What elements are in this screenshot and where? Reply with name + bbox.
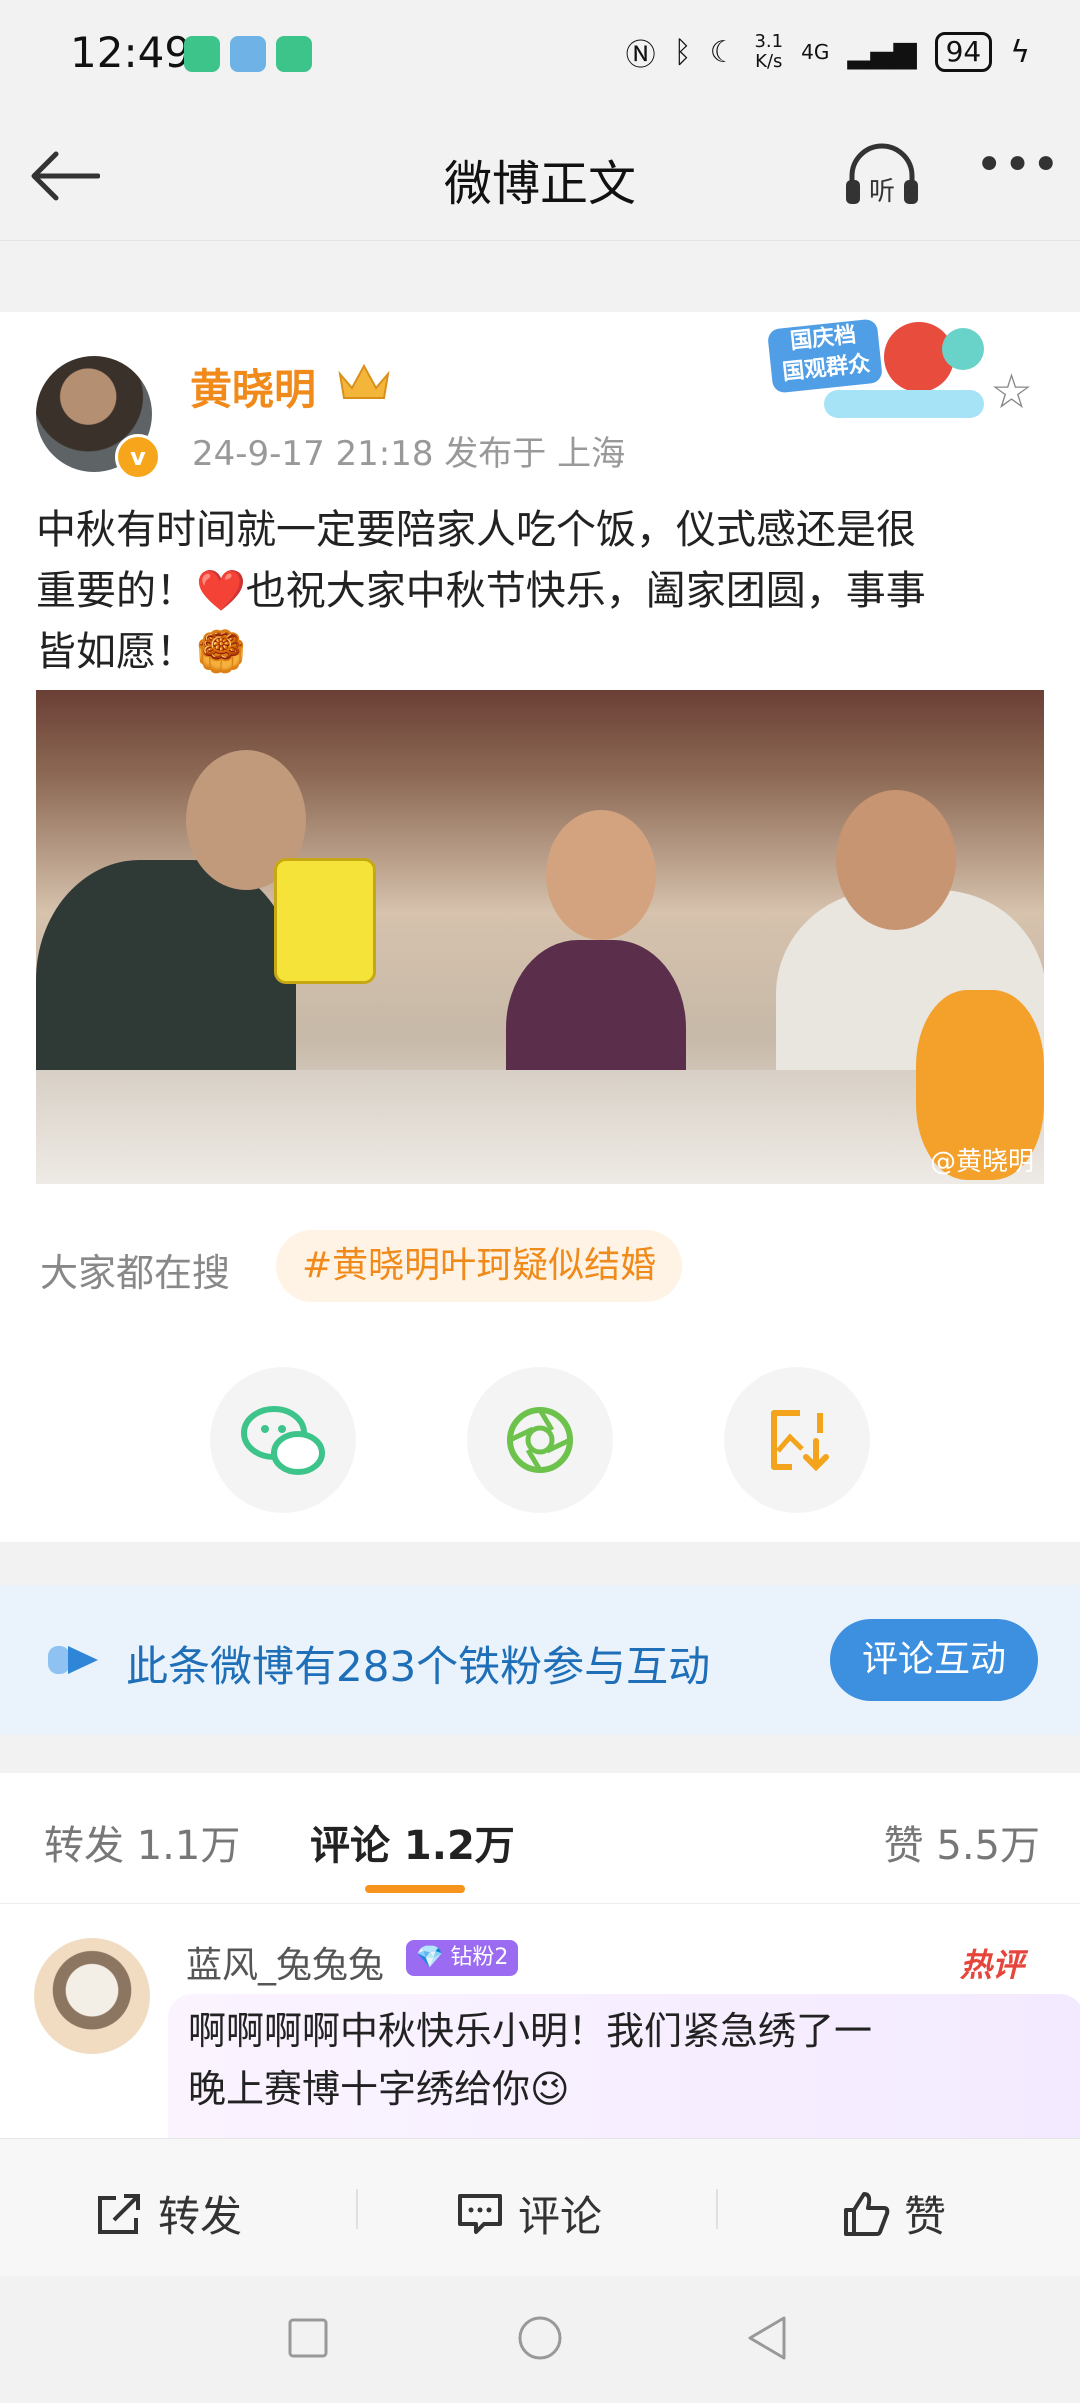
- post-photo[interactable]: @黄晓明: [36, 690, 1044, 1184]
- trending-search-label: 大家都在搜: [40, 1251, 231, 1295]
- hot-comment-label: 热评: [960, 1946, 1025, 1984]
- verified-badge: v: [115, 434, 161, 480]
- divider: [716, 2189, 718, 2229]
- signal-icon: ▂▄▆: [847, 34, 917, 70]
- comment-button[interactable]: 评论: [456, 2183, 602, 2244]
- post-text-line: 中秋有时间就一定要陪家人吃个饭，仪式感还是很: [36, 507, 916, 553]
- top-nav: 微博正文 听 •••: [0, 110, 1080, 241]
- like-button[interactable]: 赞: [842, 2183, 946, 2244]
- person-face: [836, 790, 956, 930]
- post-text: 中秋有时间就一定要陪家人吃个饭，仪式感还是很 重要的！❤️也祝大家中秋节快乐，阖…: [36, 500, 1046, 683]
- tab-repost[interactable]: 转发 1.1万: [44, 1813, 240, 1871]
- tab-like[interactable]: 赞 5.5万: [884, 1813, 1040, 1871]
- like-label: 赞: [904, 2192, 947, 2241]
- app-notification-icon: [184, 36, 220, 72]
- clock: 12:49: [70, 28, 192, 77]
- moon-icon: ☾: [709, 34, 737, 70]
- app-notification-icon: [276, 36, 312, 72]
- post-meta: 24-9-17 21:18 发布于 上海: [192, 434, 626, 474]
- listen-button[interactable]: 听: [842, 140, 922, 212]
- back-nav-icon[interactable]: [744, 2314, 792, 2362]
- post-text-line: 皆如愿！🥮: [36, 629, 246, 675]
- save-image-button[interactable]: [724, 1367, 870, 1513]
- fan-level-badge: 💎 钻粉2: [406, 1940, 519, 1976]
- charging-icon: ϟ: [1010, 34, 1030, 70]
- action-bar: 转发 评论 赞: [0, 2138, 1080, 2277]
- share-wechat-button[interactable]: [210, 1367, 356, 1513]
- headphones-icon: 听: [846, 143, 918, 207]
- fans-interaction-banner: 此条微博有283个铁粉参与互动 评论互动: [0, 1585, 1080, 1735]
- status-bar: 12:49 Ⓝ ᛒ ☾ 3.1 K/s 4G ▂▄▆ 94 ϟ: [0, 0, 1080, 110]
- spongebob-sticker: [274, 858, 376, 984]
- commenter-name[interactable]: 蓝风_兔兔兔: [186, 1936, 384, 1988]
- tab-comment[interactable]: 评论 1.2万: [310, 1813, 515, 1871]
- wechat-icon: [241, 1406, 325, 1475]
- comment-item: 蓝风_兔兔兔 💎 钻粉2 热评 啊啊啊啊中秋快乐小明！我们紧急绣了一 晚上赛博十…: [0, 1904, 1080, 2170]
- promo-badge: 国庆档 国观群众: [766, 318, 884, 394]
- nfc-icon: Ⓝ: [625, 38, 656, 73]
- comment-icon: [458, 2193, 502, 2234]
- save-image-icon: [771, 1410, 829, 1472]
- status-icons: Ⓝ ᛒ ☾ 3.1 K/s 4G ▂▄▆ 94 ϟ: [626, 30, 1030, 74]
- trending-tag[interactable]: #黄晓明叶珂疑似结婚: [276, 1230, 683, 1302]
- network-type: 4G: [801, 40, 830, 64]
- interaction-tabs: 转发 1.1万 评论 1.2万 赞 5.5万: [0, 1773, 1080, 1904]
- bluetooth-icon: ᛒ: [673, 34, 692, 70]
- comment-label: 评论: [518, 2192, 603, 2241]
- promo-sticker[interactable]: 国庆档 国观群众: [764, 318, 994, 428]
- author-name[interactable]: 黄晓明: [190, 356, 316, 417]
- star-icon[interactable]: ☆: [990, 364, 1033, 420]
- repost-button[interactable]: 转发: [96, 2183, 242, 2244]
- promo-cloud: [824, 390, 984, 418]
- listen-label: 听: [869, 177, 895, 207]
- repost-icon: [98, 2193, 140, 2234]
- comment-line: 晚上赛博十字绣给你😉: [188, 2067, 570, 2111]
- post-card: v 黄晓明 24-9-17 21:18 发布于 上海 国庆档 国观群众 ☆ 中秋有…: [0, 312, 1080, 1542]
- system-nav-bar: [0, 2276, 1080, 2403]
- crown-icon: [338, 363, 390, 399]
- play-arrows-icon: [48, 1646, 98, 1674]
- repost-label: 转发: [158, 2192, 243, 2241]
- tab-indicator: [365, 1885, 465, 1893]
- dining-table: [36, 1070, 1044, 1184]
- home-icon[interactable]: [516, 2314, 564, 2362]
- battery-level: 94: [934, 32, 993, 72]
- more-icon[interactable]: •••: [975, 141, 1060, 200]
- person-face: [546, 810, 656, 940]
- commenter-avatar[interactable]: [34, 1938, 150, 2054]
- fans-banner-text: 此条微博有283个铁粉参与互动: [126, 1642, 711, 1691]
- app-notification-icon: [230, 36, 266, 72]
- recent-apps-icon[interactable]: [286, 2316, 330, 2360]
- comment-line: 啊啊啊啊中秋快乐小明！我们紧急绣了一: [188, 2009, 873, 2053]
- divider: [356, 2189, 358, 2229]
- moments-icon: [507, 1407, 573, 1473]
- net-speed: 3.1 K/s: [754, 31, 784, 72]
- mascot-icon: [942, 328, 984, 370]
- post-text-line: 重要的！❤️也祝大家中秋节快乐，阖家团圆，事事: [36, 568, 926, 614]
- comment-interact-button[interactable]: 评论互动: [830, 1619, 1038, 1701]
- like-icon: [844, 2191, 890, 2236]
- share-moments-button[interactable]: [467, 1367, 613, 1513]
- photo-watermark: @黄晓明: [929, 1147, 1034, 1177]
